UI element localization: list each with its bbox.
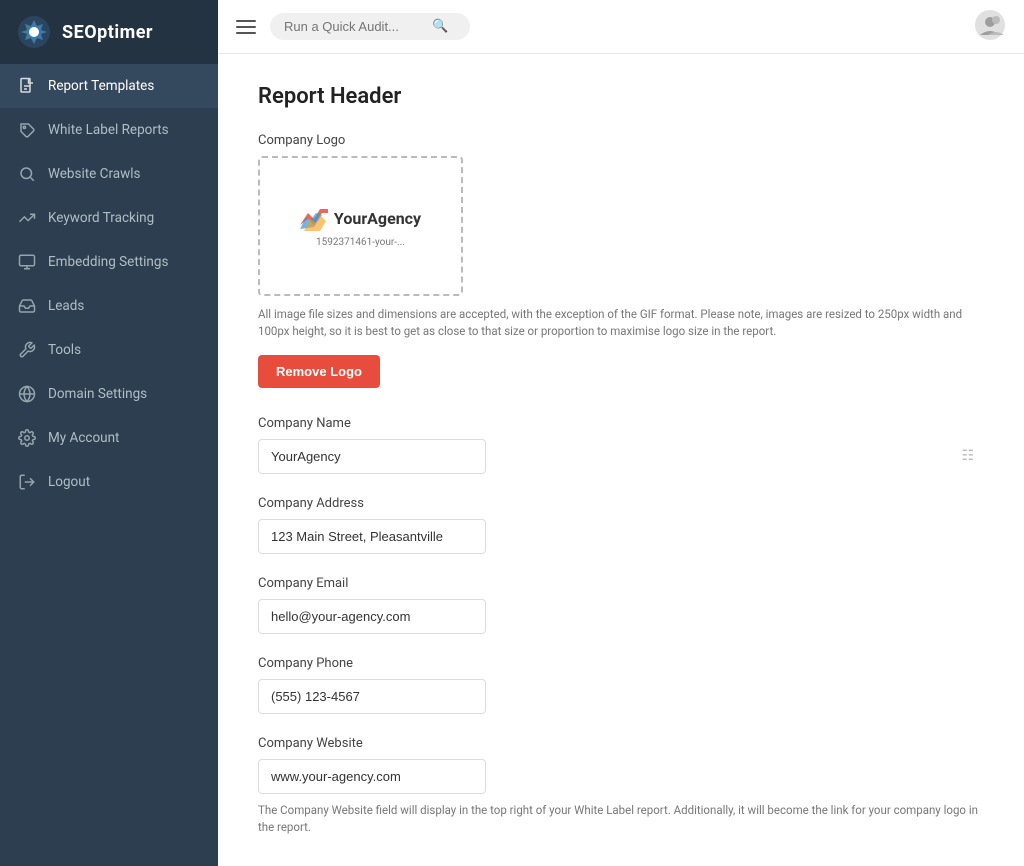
seoptimer-logo-icon <box>16 14 52 50</box>
sidebar-item-keyword-tracking[interactable]: Keyword Tracking <box>0 196 218 240</box>
company-address-input[interactable] <box>258 519 486 554</box>
gear-icon <box>18 429 36 447</box>
company-email-label: Company Email <box>258 576 984 591</box>
monitor-icon <box>18 253 36 271</box>
company-phone-section: Company Phone <box>258 656 984 714</box>
file-icon <box>18 77 36 95</box>
logo-agency-icon: YourAgency <box>300 205 421 233</box>
logo-upload-area[interactable]: YourAgency 1592371461-your-... <box>258 156 463 296</box>
sidebar-item-label: Tools <box>48 342 81 358</box>
website-note: The Company Website field will display i… <box>258 802 984 837</box>
sidebar-item-label: White Label Reports <box>48 122 169 138</box>
company-name-section: Company Name ☷ <box>258 416 984 474</box>
trending-icon <box>18 209 36 227</box>
sidebar-item-leads[interactable]: Leads <box>0 284 218 328</box>
remove-logo-button[interactable]: Remove Logo <box>258 355 380 388</box>
search-circle-icon <box>18 165 36 183</box>
globe-icon <box>18 385 36 403</box>
sidebar-item-label: Report Templates <box>48 78 154 94</box>
company-logo-label: Company Logo <box>258 133 984 148</box>
company-name-label: Company Name <box>258 416 984 431</box>
company-name-input-wrapper: ☷ <box>258 439 984 474</box>
company-website-section: Company Website The Company Website fiel… <box>258 736 984 837</box>
input-list-icon: ☷ <box>961 448 974 464</box>
hamburger-menu[interactable] <box>236 20 256 34</box>
sidebar-item-my-account[interactable]: My Account <box>0 416 218 460</box>
agency-logo-name: YourAgency <box>334 209 421 228</box>
company-address-section: Company Address <box>258 496 984 554</box>
sidebar-item-label: Domain Settings <box>48 386 147 402</box>
search-icon: 🔍 <box>432 19 448 34</box>
company-phone-input[interactable] <box>258 679 486 714</box>
sidebar-item-logout[interactable]: Logout <box>0 460 218 504</box>
page-title: Report Header <box>258 84 984 109</box>
company-name-input[interactable] <box>258 439 486 474</box>
sidebar-item-embedding-settings[interactable]: Embedding Settings <box>0 240 218 284</box>
sidebar-item-label: Embedding Settings <box>48 254 168 270</box>
sidebar-item-label: Website Crawls <box>48 166 141 182</box>
inbox-icon <box>18 297 36 315</box>
agency-logo-svg <box>300 205 328 233</box>
logo-note: All image file sizes and dimensions are … <box>258 306 984 341</box>
company-website-input[interactable] <box>258 759 486 794</box>
sidebar-item-white-label-reports[interactable]: White Label Reports <box>0 108 218 152</box>
company-email-input[interactable] <box>258 599 486 634</box>
company-address-label: Company Address <box>258 496 984 511</box>
logo-filename: 1592371461-your-... <box>316 237 405 248</box>
sidebar-item-tools[interactable]: Tools <box>0 328 218 372</box>
topbar: 🔍 <box>218 0 1024 54</box>
search-bar[interactable]: 🔍 <box>270 13 470 40</box>
main-content: Report Header Company Logo YourAgency <box>218 54 1024 866</box>
user-avatar-icon[interactable] <box>974 9 1006 41</box>
sidebar-logo[interactable]: SEOptimer <box>0 0 218 64</box>
wrench-icon <box>18 341 36 359</box>
sidebar-item-label: Keyword Tracking <box>48 210 154 226</box>
company-email-section: Company Email <box>258 576 984 634</box>
sidebar-item-domain-settings[interactable]: Domain Settings <box>0 372 218 416</box>
sidebar-item-label: Logout <box>48 474 90 490</box>
main-wrapper: 🔍 Report Header Company Logo <box>218 0 1024 866</box>
sidebar-item-label: Leads <box>48 298 84 314</box>
topbar-right <box>974 9 1006 45</box>
company-website-label: Company Website <box>258 736 984 751</box>
sidebar-item-report-templates[interactable]: Report Templates <box>0 64 218 108</box>
sidebar-item-label: My Account <box>48 430 119 446</box>
logout-icon <box>18 473 36 491</box>
brand-name: SEOptimer <box>62 22 153 43</box>
sidebar-item-website-crawls[interactable]: Website Crawls <box>0 152 218 196</box>
logo-preview: YourAgency 1592371461-your-... <box>300 205 421 248</box>
company-logo-section: Company Logo YourAgency 1592371461-your-… <box>258 133 984 394</box>
tag-icon <box>18 121 36 139</box>
company-phone-label: Company Phone <box>258 656 984 671</box>
search-input[interactable] <box>284 19 424 34</box>
sidebar: SEOptimer Report Templates White Label R… <box>0 0 218 866</box>
